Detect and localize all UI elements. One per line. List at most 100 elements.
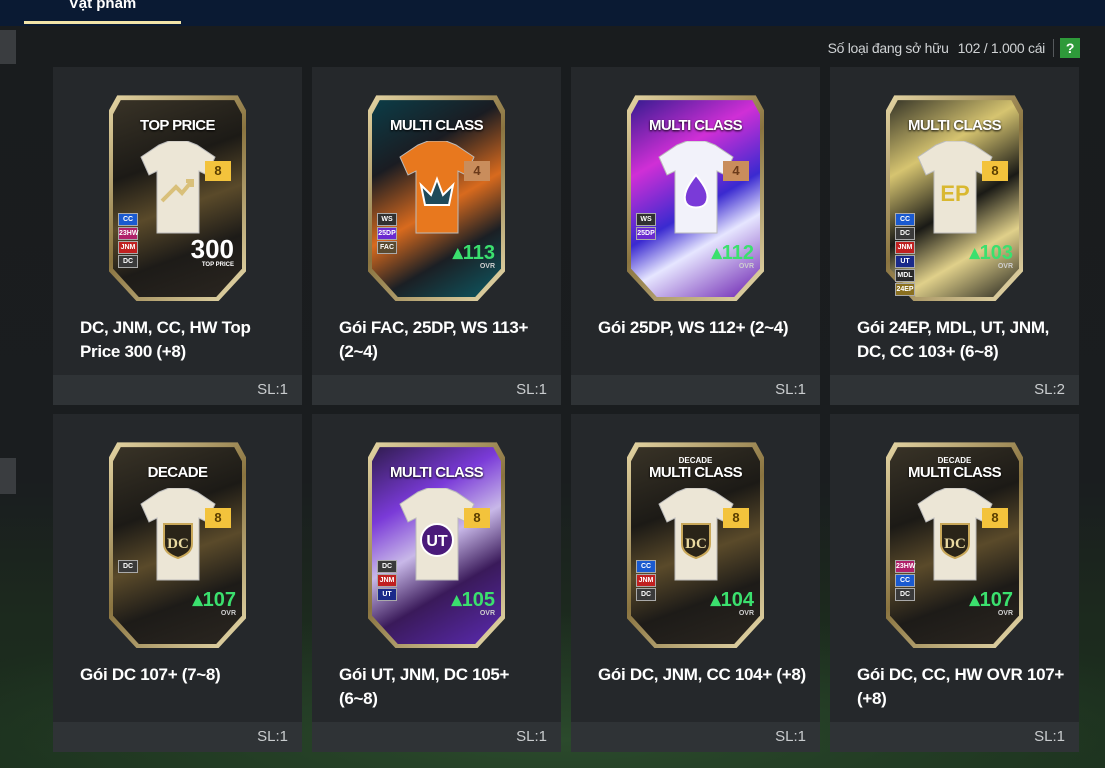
ovr-value: ▴107 OVR [969,589,1013,617]
level-badge: 8 [205,161,231,181]
pack-quantity: SL:1 [1034,728,1065,745]
pack-title: Gói UT, JNM, DC 105+ (6~8) [339,665,510,708]
pack-image: MULTI CLASS 4 WS 25DP ▴112 OVR [627,89,764,301]
class-tag-list: WS 25DP [636,213,656,240]
svg-text:DC: DC [685,536,707,552]
owned-count: 102 / 1.000 cái [957,40,1046,56]
class-tag-list: DC [118,560,138,573]
class-tag: UT [895,255,915,268]
class-tag: DC [895,588,915,601]
pack-card[interactable]: MULTI CLASS 4 WS 25DP FAC ▴113 OVR Gói FAC,… [312,67,561,405]
pack-footer: SL:1 [312,375,561,405]
class-tag: WS [377,213,397,226]
pack-label: MULTI CLASS [389,117,484,134]
pack-image: MULTI CLASS EP 8 CC DC JNM UT MDL 24EP ▴103 OV… [886,89,1023,301]
class-tag-list: 23HW CC DC [895,560,915,601]
ovr-value: ▴113 OVR [452,242,495,270]
class-tag: 24EP [895,283,915,296]
pack-image: DECADE DC 8 DC ▴107 OVR [109,436,246,648]
class-tag: FAC [377,241,397,254]
pack-title: Gói 24EP, MDL, UT, JNM, DC, CC 103+ (6~8… [857,318,1050,361]
left-scroll-handle[interactable] [0,30,16,64]
pack-quantity: SL:1 [516,728,547,745]
pack-title: Gói DC, JNM, CC 104+ (+8) [598,665,806,684]
pack-card[interactable]: MULTI CLASS UT 8 DC JNM UT ▴105 OVR Gói UT,… [312,414,561,752]
class-tag: DC [636,588,656,601]
pack-label: MULTI CLASS [389,464,484,481]
ovr-value: ▴107 OVR [192,589,236,617]
class-tag: DC [118,255,138,268]
pack-title: DC, JNM, CC, HW Top Price 300 (+8) [80,318,251,361]
class-tag-list: WS 25DP FAC [377,213,397,254]
svg-text:DC: DC [944,536,966,552]
pack-card[interactable]: TOP PRICE 8 CC 23HW JNM DC 300 TOP PRICE DC,… [53,67,302,405]
pack-image: MULTI CLASS UT 8 DC JNM UT ▴105 OVR [368,436,505,648]
pack-emblem-icon: UT [420,523,454,557]
pack-label: MULTI CLASS [907,117,1002,134]
pack-quantity: SL:1 [257,381,288,398]
class-tag-list: DC JNM UT [377,560,397,601]
jersey-icon: DC [917,488,993,581]
class-tag: 23HW [118,227,138,240]
tab-active-indicator [24,21,181,24]
pack-emblem-icon: EP [940,181,969,206]
level-badge: 8 [205,508,231,528]
ovr-value: ▴112 OVR [711,242,754,270]
svg-text:UT: UT [426,533,448,550]
class-tag: DC [895,227,915,240]
pack-title: Gói DC 107+ (7~8) [80,665,221,684]
pack-card[interactable]: MULTI CLASS 4 WS 25DP ▴112 OVR Gói 25DP, W… [571,67,820,405]
help-button[interactable]: ? [1060,38,1080,58]
ovr-caption: OVR [220,610,236,617]
class-tag: CC [118,213,138,226]
class-tag: JNM [118,241,138,254]
pack-card[interactable]: DECADE MULTI CLASS DC 8 23HW CC DC ▴107 OVR… [830,414,1079,752]
price-value: 300 TOP PRICE [190,234,234,268]
class-tag: 25DP [377,227,397,240]
pack-card[interactable]: MULTI CLASS EP 8 CC DC JNM UT MDL 24EP ▴103 OV… [830,67,1079,405]
pack-card[interactable]: DECADE DC 8 DC ▴107 OVR Gói DC 107+ (7~8)… [53,414,302,752]
ovr-value: ▴105 OVR [451,589,495,617]
price-caption: TOP PRICE [201,262,234,268]
owned-label: Số loại đang sở hữu [827,40,949,56]
class-tag: JNM [636,574,656,587]
pack-label: TOP PRICE [140,117,216,134]
class-tag: JNM [377,574,397,587]
svg-text:DC: DC [167,536,189,552]
ovr-caption: OVR [997,263,1013,270]
pack-footer: SL:1 [571,722,820,752]
class-tag: DC [377,560,397,573]
pack-footer: SL:2 [830,375,1079,405]
pack-card[interactable]: DECADE MULTI CLASS DC 8 CC JNM DC ▴104 OVR … [571,414,820,752]
pack-quantity: SL:1 [775,728,806,745]
pack-title: Gói FAC, 25DP, WS 113+ (2~4) [339,318,529,361]
ovr-caption: OVR [997,610,1013,617]
tab-items[interactable]: Vật phẩm [24,0,181,22]
jersey-icon: DC [140,488,216,581]
class-tag-list: CC JNM DC [636,560,656,601]
top-bar: Vật phẩm [0,0,1105,26]
pack-title: Gói DC, CC, HW OVR 107+ (+8) [857,665,1065,708]
jersey-icon: UT [399,488,475,581]
ovr-caption: OVR [738,263,754,270]
jersey-icon [399,141,475,234]
level-badge: 8 [982,161,1008,181]
level-badge: 8 [464,508,490,528]
pack-emblem-icon: DC [940,523,970,560]
owned-count-bar: Số loại đang sở hữu 102 / 1.000 cái ? [828,37,1080,59]
class-tag: WS [636,213,656,226]
pack-image: TOP PRICE 8 CC 23HW JNM DC 300 TOP PRICE [109,89,246,301]
level-badge: 8 [982,508,1008,528]
pack-image: DECADE MULTI CLASS DC 8 23HW CC DC ▴107 OVR [886,436,1023,648]
class-tag: 23HW [895,560,915,573]
jersey-icon [140,141,216,234]
class-tag: CC [636,560,656,573]
left-scroll-handle-lower[interactable] [0,458,16,494]
pack-label: MULTI CLASS [648,464,743,481]
pack-quantity: SL:1 [775,381,806,398]
class-tag: UT [377,588,397,601]
pack-quantity: SL:2 [1034,381,1065,398]
class-tag: 25DP [636,227,656,240]
class-tag: MDL [895,269,915,282]
pack-image: DECADE MULTI CLASS DC 8 CC JNM DC ▴104 OVR [627,436,764,648]
